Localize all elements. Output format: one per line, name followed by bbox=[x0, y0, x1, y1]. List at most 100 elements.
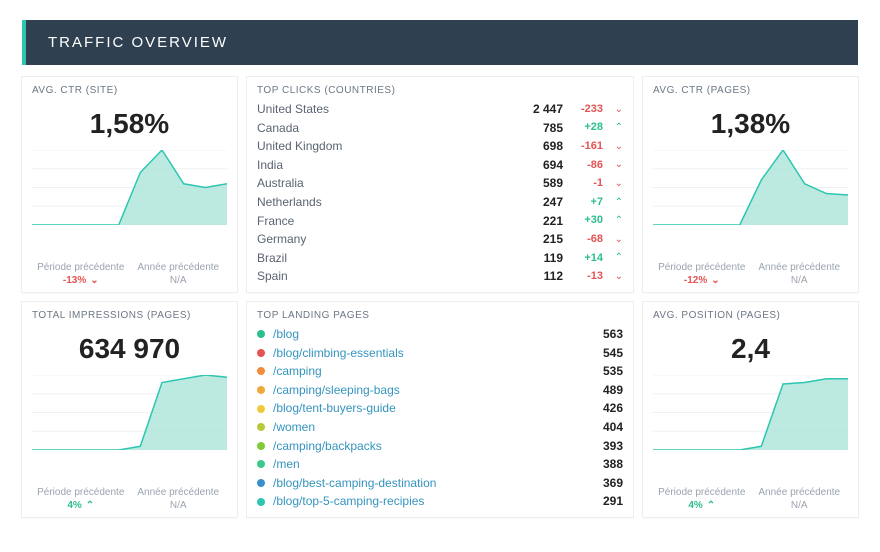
landing-pages-list: /blog563/blog/climbing-essentials545/cam… bbox=[257, 325, 623, 511]
chevron-down-icon: ⌄ bbox=[603, 232, 623, 248]
card-title: AVG. CTR (SITE) bbox=[32, 85, 227, 96]
page-value: 545 bbox=[571, 344, 623, 363]
card-ctr-pages: AVG. CTR (PAGES) 1,38% Période précédent… bbox=[643, 77, 858, 292]
chevron-down-icon: ⌄ bbox=[603, 157, 623, 173]
footer-delta: 4% bbox=[688, 500, 702, 511]
click-value: 119 bbox=[511, 249, 563, 268]
footer-label: Année précédente bbox=[751, 262, 849, 273]
click-delta: -13 bbox=[563, 268, 603, 285]
page-path: /blog bbox=[273, 325, 571, 344]
table-row[interactable]: United Kingdom698-161⌄ bbox=[257, 137, 623, 156]
sparkline-chart bbox=[653, 150, 848, 258]
page-value: 369 bbox=[571, 474, 623, 493]
metric-value: 1,58% bbox=[32, 100, 227, 146]
page-value: 489 bbox=[571, 381, 623, 400]
sparkline-chart bbox=[653, 375, 848, 483]
table-row[interactable]: United States2 447-233⌄ bbox=[257, 100, 623, 119]
table-row[interactable]: Canada785+28⌃ bbox=[257, 119, 623, 138]
table-row[interactable]: /blog/best-camping-destination369 bbox=[257, 474, 623, 493]
metric-value: 1,38% bbox=[653, 100, 848, 146]
metric-value: 634 970 bbox=[32, 325, 227, 371]
legend-dot-icon bbox=[257, 460, 265, 468]
footer-label: Année précédente bbox=[130, 262, 228, 273]
click-value: 2 447 bbox=[511, 100, 563, 119]
page-path: /camping bbox=[273, 362, 571, 381]
click-value: 694 bbox=[511, 156, 563, 175]
table-row[interactable]: Germany215-68⌄ bbox=[257, 230, 623, 249]
legend-dot-icon bbox=[257, 442, 265, 450]
chevron-down-icon: ⌄ bbox=[603, 139, 623, 155]
card-position: AVG. POSITION (PAGES) 2,4 Période précéd… bbox=[643, 302, 858, 517]
card-ctr-site: AVG. CTR (SITE) 1,58% Période précédente… bbox=[22, 77, 237, 292]
chevron-down-icon: ⌄ bbox=[603, 176, 623, 192]
page-value: 535 bbox=[571, 362, 623, 381]
footer-delta: -12% bbox=[684, 275, 707, 286]
footer-delta: 4% bbox=[67, 500, 81, 511]
click-delta: -1 bbox=[563, 175, 603, 192]
footer-na: N/A bbox=[751, 275, 849, 286]
click-delta: -86 bbox=[563, 157, 603, 174]
footer-label: Période précédente bbox=[32, 262, 130, 273]
legend-dot-icon bbox=[257, 386, 265, 394]
table-row[interactable]: Australia589-1⌄ bbox=[257, 174, 623, 193]
sparkline-chart bbox=[32, 150, 227, 258]
chevron-up-icon: ⌃ bbox=[86, 500, 94, 511]
footer-na: N/A bbox=[130, 275, 228, 286]
table-row[interactable]: /blog563 bbox=[257, 325, 623, 344]
legend-dot-icon bbox=[257, 405, 265, 413]
page-value: 291 bbox=[571, 492, 623, 511]
legend-dot-icon bbox=[257, 498, 265, 506]
click-delta: -161 bbox=[563, 138, 603, 155]
table-row[interactable]: /men388 bbox=[257, 455, 623, 474]
card-title: TOP LANDING PAGES bbox=[257, 310, 623, 321]
footer-label: Période précédente bbox=[653, 262, 751, 273]
table-row[interactable]: /camping535 bbox=[257, 362, 623, 381]
page-path: /camping/sleeping-bags bbox=[273, 381, 571, 400]
table-row[interactable]: /blog/tent-buyers-guide426 bbox=[257, 399, 623, 418]
page-path: /blog/best-camping-destination bbox=[273, 474, 571, 493]
click-value: 247 bbox=[511, 193, 563, 212]
country-name: Australia bbox=[257, 174, 511, 193]
country-name: Brazil bbox=[257, 249, 511, 268]
page-path: /blog/top-5-camping-recipies bbox=[273, 492, 571, 511]
table-row[interactable]: Spain112-13⌄ bbox=[257, 267, 623, 286]
click-value: 785 bbox=[511, 119, 563, 138]
chevron-up-icon: ⌃ bbox=[707, 500, 715, 511]
table-row[interactable]: /camping/backpacks393 bbox=[257, 437, 623, 456]
country-name: United States bbox=[257, 100, 511, 119]
table-row[interactable]: /camping/sleeping-bags489 bbox=[257, 381, 623, 400]
click-delta: +7 bbox=[563, 194, 603, 211]
card-title: TOTAL IMPRESSIONS (PAGES) bbox=[32, 310, 227, 321]
footer-na: N/A bbox=[130, 500, 228, 511]
table-row[interactable]: India694-86⌄ bbox=[257, 156, 623, 175]
table-row[interactable]: /women404 bbox=[257, 418, 623, 437]
card-title: AVG. POSITION (PAGES) bbox=[653, 310, 848, 321]
page-value: 404 bbox=[571, 418, 623, 437]
table-row[interactable]: Netherlands247+7⌃ bbox=[257, 193, 623, 212]
click-value: 698 bbox=[511, 137, 563, 156]
card-impressions: TOTAL IMPRESSIONS (PAGES) 634 970 Périod… bbox=[22, 302, 237, 517]
legend-dot-icon bbox=[257, 330, 265, 338]
country-name: Spain bbox=[257, 267, 511, 286]
table-row[interactable]: /blog/climbing-essentials545 bbox=[257, 344, 623, 363]
chevron-up-icon: ⌃ bbox=[603, 213, 623, 229]
table-row[interactable]: Brazil119+14⌃ bbox=[257, 249, 623, 268]
page-path: /men bbox=[273, 455, 571, 474]
click-value: 215 bbox=[511, 230, 563, 249]
click-delta: +14 bbox=[563, 250, 603, 267]
click-value: 589 bbox=[511, 174, 563, 193]
click-delta: +28 bbox=[563, 119, 603, 136]
table-row[interactable]: /blog/top-5-camping-recipies291 bbox=[257, 492, 623, 511]
country-name: United Kingdom bbox=[257, 137, 511, 156]
page-value: 393 bbox=[571, 437, 623, 456]
footer-label: Année précédente bbox=[751, 487, 849, 498]
table-row[interactable]: France221+30⌃ bbox=[257, 212, 623, 231]
chevron-down-icon: ⌄ bbox=[711, 275, 719, 286]
legend-dot-icon bbox=[257, 423, 265, 431]
card-top-clicks: TOP CLICKS (COUNTRIES) United States2 44… bbox=[247, 77, 633, 292]
page-title: TRAFFIC OVERVIEW bbox=[22, 20, 858, 65]
country-name: France bbox=[257, 212, 511, 231]
country-name: Netherlands bbox=[257, 193, 511, 212]
page-path: /camping/backpacks bbox=[273, 437, 571, 456]
page-value: 388 bbox=[571, 455, 623, 474]
